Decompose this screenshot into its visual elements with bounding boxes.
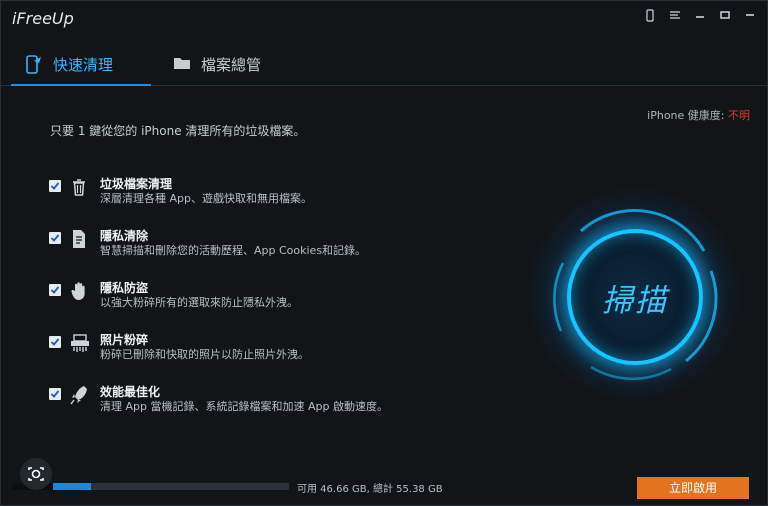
storage-available: 可用 46.66 GB [297,484,367,495]
feature-photo-shred: 照片粉碎 粉碎已刪除和快取的照片以防止照片外洩。 [49,331,469,365]
feature-privacy-protect: 隱私防盜 以強大粉碎所有的選取來防止隱私外洩。 [49,279,469,313]
trash-icon [70,177,88,196]
feature-junk-clean: 垃圾檔案清理 深層清理各種 App、遊戲快取和無用檔案。 [49,175,469,209]
tab-file-manager[interactable]: 檔案總管 [173,43,261,85]
feature-desc: 清理 App 當機記錄、系統記錄檔案和加速 App 啟動速度。 [100,400,388,413]
scan-area: 掃描 [521,181,747,407]
footer-bar: 可用 46.66 GB, 總計 55.38 GB 立即啟用 [1,458,767,505]
app-title: iFreeUp [12,9,74,28]
screenshot-button[interactable] [20,458,52,490]
storage-text: 可用 46.66 GB, 總計 55.38 GB [297,480,443,495]
title-bar: iFreeUp [1,1,767,35]
feature-desc: 深層清理各種 App、遊戲快取和無用檔案。 [100,192,312,205]
storage-bar-fill [53,483,91,490]
intro-text: 只要 1 鍵從您的 iPhone 清理所有的垃圾檔案。 [50,124,306,138]
app-window: iFreeUp 快速清理 檔案總管 iPhone 健康度: 不明 只要 1 鍵從… [0,0,768,506]
activate-now-button[interactable]: 立即啟用 [637,477,749,499]
storage-total: 總計 55.38 GB [372,484,443,495]
storage-separator: , [366,484,370,495]
feature-checkbox[interactable] [49,232,61,244]
feature-desc: 粉碎已刪除和快取的照片以防止照片外洩。 [100,348,309,361]
health-value: 不明 [728,109,750,122]
hand-icon [70,281,88,300]
maximize-icon[interactable] [718,9,732,23]
feature-desc: 智慧掃描和刪除您的活動歷程、App Cookies和記錄。 [100,244,367,257]
window-controls [643,9,757,23]
tab-label: 快速清理 [53,55,114,74]
feature-checkbox[interactable] [49,388,61,400]
rocket-icon [70,385,88,405]
feature-checkbox[interactable] [49,336,61,348]
feature-performance: 效能最佳化 清理 App 當機記錄、系統記錄檔案和加速 App 啟動速度。 [49,383,469,417]
document-icon [70,229,88,248]
feature-checkbox[interactable] [49,180,61,192]
folder-icon [173,55,191,73]
feature-privacy-clean: 隱私清除 智慧掃描和刪除您的活動歷程、App Cookies和記錄。 [49,227,469,261]
health-status: iPhone 健康度: 不明 [647,107,750,123]
tab-label: 檔案總管 [201,55,262,74]
tab-quick-clean[interactable]: 快速清理 [11,43,152,86]
minimize-icon[interactable] [693,9,707,23]
feature-checkbox[interactable] [49,284,61,296]
tab-bar: 快速清理 檔案總管 [1,43,767,86]
phone-brush-icon [25,55,43,74]
scan-button[interactable]: 掃描 [567,229,703,365]
menu-icon[interactable] [668,9,682,23]
close-icon[interactable] [743,9,757,23]
shredder-icon [70,333,89,352]
active-tab-indicator [11,84,152,86]
scan-label: 掃描 [602,283,668,319]
phone-icon[interactable] [643,9,657,23]
health-label: iPhone 健康度: [647,109,725,122]
storage-bar [53,483,289,490]
camera-icon [28,467,44,481]
feature-desc: 以強大粉碎所有的選取來防止隱私外洩。 [100,296,298,309]
